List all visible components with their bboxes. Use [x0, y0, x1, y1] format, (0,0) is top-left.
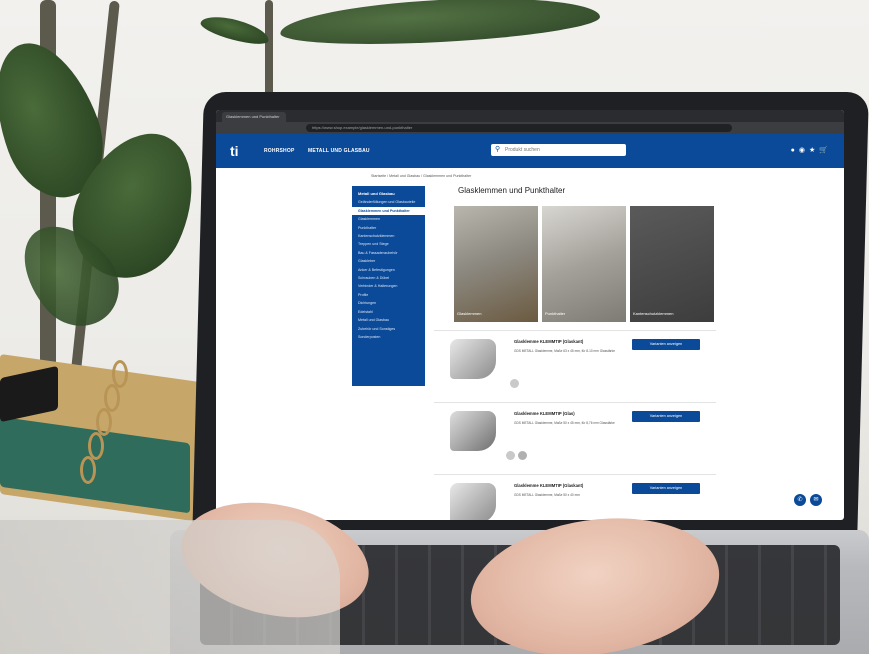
site-logo[interactable]: ti: [230, 142, 244, 160]
sidebar-item[interactable]: Glaskleber: [352, 257, 425, 265]
sidebar-item[interactable]: Bau & Fassadenzubehör: [352, 249, 425, 257]
sidebar-item[interactable]: Geländerfüllungen und Glasbauteile: [352, 198, 425, 206]
search-icon[interactable]: ⚲: [495, 146, 500, 154]
notebook-spiral: [80, 456, 96, 484]
plant-leaf: [198, 11, 272, 49]
page-title: Glasklemmen und Punkthalter: [458, 186, 566, 195]
address-bar[interactable]: https://www.shop.example/glasklemmen-und…: [306, 124, 732, 132]
category-label: Punkthalter: [545, 311, 566, 316]
sidebar-item[interactable]: Edelstahl: [352, 308, 425, 316]
plant-leaf: [279, 0, 601, 51]
product-row: Glasklemme KLEMMTIP (Glas) GDS METALL Gl…: [434, 402, 716, 473]
sidebar-item[interactable]: Schrauben & Dübel: [352, 274, 425, 282]
browser-toolbar: https://www.shop.example/glasklemmen-und…: [216, 122, 844, 134]
sidebar-item[interactable]: Kantenschutzklemmen: [352, 232, 425, 240]
product-image[interactable]: [450, 339, 496, 379]
sidebar-item[interactable]: Metall und Glasbau: [352, 316, 425, 324]
product-name[interactable]: Glasklemme KLEMMTIP (Glas): [514, 411, 575, 416]
foreground-arm: [0, 520, 340, 654]
category-tile-glasklemmen[interactable]: Glasklemmen: [454, 206, 538, 322]
sidebar-item[interactable]: Anker & Befestigungen: [352, 266, 425, 274]
chat-icon[interactable]: ✉: [810, 494, 822, 506]
category-tile-punkthalter[interactable]: Punkthalter: [542, 206, 626, 322]
product-description: GDS METALL Glasklemme, Maße 50 x 45 mm, …: [514, 421, 615, 425]
sidebar-item[interactable]: Sonderposten: [352, 333, 425, 341]
search-input[interactable]: [505, 146, 615, 154]
plant-stem: [265, 0, 273, 100]
sidebar-item-active[interactable]: Glasklemmen und Punkthalter: [352, 206, 425, 216]
color-swatch[interactable]: [510, 379, 519, 388]
sidebar-item[interactable]: Zubehör und Sonstiges: [352, 325, 425, 333]
browser-tabbar: Glasklemmen und Punkthalter: [216, 110, 844, 122]
account-icon[interactable]: ◉: [799, 147, 809, 154]
search-box: ⚲: [491, 144, 626, 156]
variants-button[interactable]: Varianten anzeigen: [632, 483, 700, 494]
sidebar-heading[interactable]: Metall und Glasbau: [352, 186, 425, 198]
sidebar-item[interactable]: Punkthalter: [352, 224, 425, 232]
product-name[interactable]: Glasklemme KLEMMTIP (Glaskant): [514, 483, 583, 488]
category-label: Kantenschutzklemmen: [633, 311, 674, 316]
product-row: Glasklemme KLEMMTIP (Glaskant) GDS METAL…: [434, 474, 716, 520]
wishlist-icon[interactable]: ★: [809, 147, 819, 154]
color-swatch[interactable]: [518, 451, 527, 460]
product-image[interactable]: [450, 411, 496, 451]
product-description: GDS METALL Glasklemme, Maße 63 x 45 mm, …: [514, 349, 615, 353]
product-row: Glasklemme KLEMMTIP (Glaskant) GDS METAL…: [434, 330, 716, 401]
variants-button[interactable]: Varianten anzeigen: [632, 339, 700, 350]
laptop-screen: Glasklemmen und Punkthalter https://www.…: [216, 110, 844, 520]
nav-rohrshop[interactable]: ROHRSHOP: [264, 148, 295, 154]
category-tile-kantenschutzklemmen[interactable]: Kantenschutzklemmen: [630, 206, 714, 322]
variants-button[interactable]: Varianten anzeigen: [632, 411, 700, 422]
sidebar-item[interactable]: Profile: [352, 291, 425, 299]
nav-metall-glasbau[interactable]: METALL UND GLASBAU: [308, 148, 370, 154]
category-label: Glasklemmen: [457, 311, 482, 316]
product-image[interactable]: [450, 483, 496, 520]
product-name[interactable]: Glasklemme KLEMMTIP (Glaskant): [514, 339, 583, 344]
header-icons: ●◉★🛒: [791, 146, 832, 154]
product-description: GDS METALL Glasklemme, Maße 50 x 40 mm: [514, 493, 580, 497]
sidebar-item[interactable]: Glasklemmen: [352, 215, 425, 223]
user-icon[interactable]: ●: [791, 147, 799, 154]
breadcrumb[interactable]: Startseite / Metall und Glasbau / Glaskl…: [371, 174, 471, 178]
sidebar-item[interactable]: Verbinder & Halterungen: [352, 282, 425, 290]
sidebar-item[interactable]: Treppen und Stege: [352, 240, 425, 248]
browser-tab[interactable]: Glasklemmen und Punkthalter: [222, 112, 286, 122]
sidebar-item[interactable]: Dichtungen: [352, 299, 425, 307]
photo-scene: Glasklemmen und Punkthalter https://www.…: [0, 0, 869, 654]
category-sidebar: Metall und Glasbau Geländerfüllungen und…: [352, 186, 425, 386]
site-header: ti ROHRSHOP METALL UND GLASBAU ⚲ ●◉★🛒: [216, 134, 844, 168]
color-swatch[interactable]: [506, 451, 515, 460]
cart-icon[interactable]: 🛒: [819, 147, 832, 154]
phone-icon[interactable]: ✆: [794, 494, 806, 506]
